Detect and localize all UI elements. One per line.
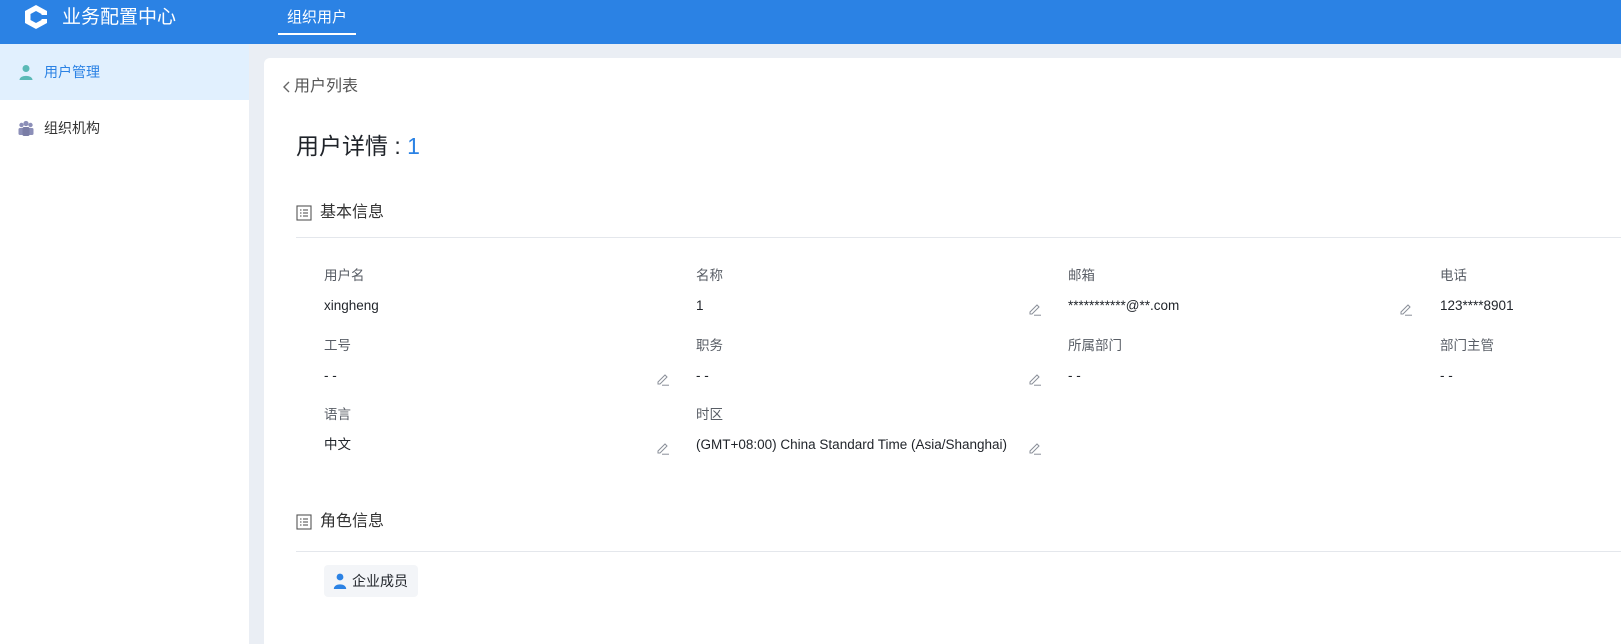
edit-employee-no-icon[interactable] (656, 372, 670, 386)
sidebar-item-label: 用户管理 (44, 64, 100, 80)
field-label-employee-no: 工号 (324, 338, 351, 353)
chevron-left-icon (283, 81, 290, 93)
field-label-phone: 电话 (1440, 268, 1467, 283)
edit-language-icon[interactable] (656, 441, 670, 455)
sidebar-item-org-structure[interactable]: 组织机构 (0, 100, 249, 156)
field-value-dept-manager: - - (1440, 368, 1453, 383)
sidebar: 用户管理 组织机构 (0, 44, 249, 644)
field-label-timezone: 时区 (696, 407, 723, 422)
user-id: 1 (407, 133, 420, 159)
main-panel: 用户列表 用户详情 : 1 基本信息 用户名 xingheng 名称 1 邮箱 … (264, 58, 1621, 644)
field-value-username: xingheng (324, 298, 379, 313)
field-label-dept-manager: 部门主管 (1440, 338, 1494, 353)
field-value-employee-no: - - (324, 368, 337, 383)
section-title: 基本信息 (320, 204, 385, 221)
list-icon (296, 205, 312, 221)
field-value-phone: 123****8901 (1440, 298, 1514, 313)
list-icon (296, 514, 312, 530)
page-title-text: 用户详情 : (296, 133, 408, 159)
field-value-language: 中文 (324, 437, 351, 452)
field-value-position: - - (696, 368, 709, 383)
app-title: 业务配置中心 (62, 7, 177, 28)
divider (296, 237, 1621, 238)
field-label-email: 邮箱 (1068, 268, 1095, 283)
field-label-position: 职务 (696, 338, 723, 353)
page-title: 用户详情 : 1 (296, 130, 420, 162)
back-label: 用户列表 (294, 78, 359, 95)
field-value-email: ***********@**.com (1068, 298, 1180, 313)
sidebar-item-user-management[interactable]: 用户管理 (0, 44, 249, 100)
edit-name-icon[interactable] (1028, 302, 1042, 316)
role-tag: 企业成员 (324, 565, 418, 597)
back-to-user-list[interactable]: 用户列表 (280, 76, 358, 98)
top-bar: 业务配置中心 组织用户 (0, 0, 1621, 44)
tab-org-users[interactable]: 组织用户 (278, 0, 356, 35)
section-title: 角色信息 (320, 513, 385, 530)
edit-position-icon[interactable] (1028, 372, 1042, 386)
role-label: 企业成员 (352, 573, 408, 589)
field-value-name: 1 (696, 298, 704, 313)
org-icon (18, 120, 34, 136)
app-logo-icon (25, 5, 48, 29)
edit-email-icon[interactable] (1399, 302, 1413, 316)
user-icon (19, 65, 33, 80)
field-value-timezone: (GMT+08:00) China Standard Time (Asia/Sh… (696, 437, 1008, 452)
field-label-department: 所属部门 (1068, 338, 1122, 353)
user-icon (333, 573, 347, 589)
sidebar-item-label: 组织机构 (44, 120, 100, 136)
field-value-department: - - (1068, 368, 1081, 383)
field-label-name: 名称 (696, 268, 723, 283)
field-label-language: 语言 (324, 407, 351, 422)
edit-timezone-icon[interactable] (1028, 441, 1042, 455)
field-label-username: 用户名 (324, 268, 365, 283)
divider (296, 551, 1621, 552)
